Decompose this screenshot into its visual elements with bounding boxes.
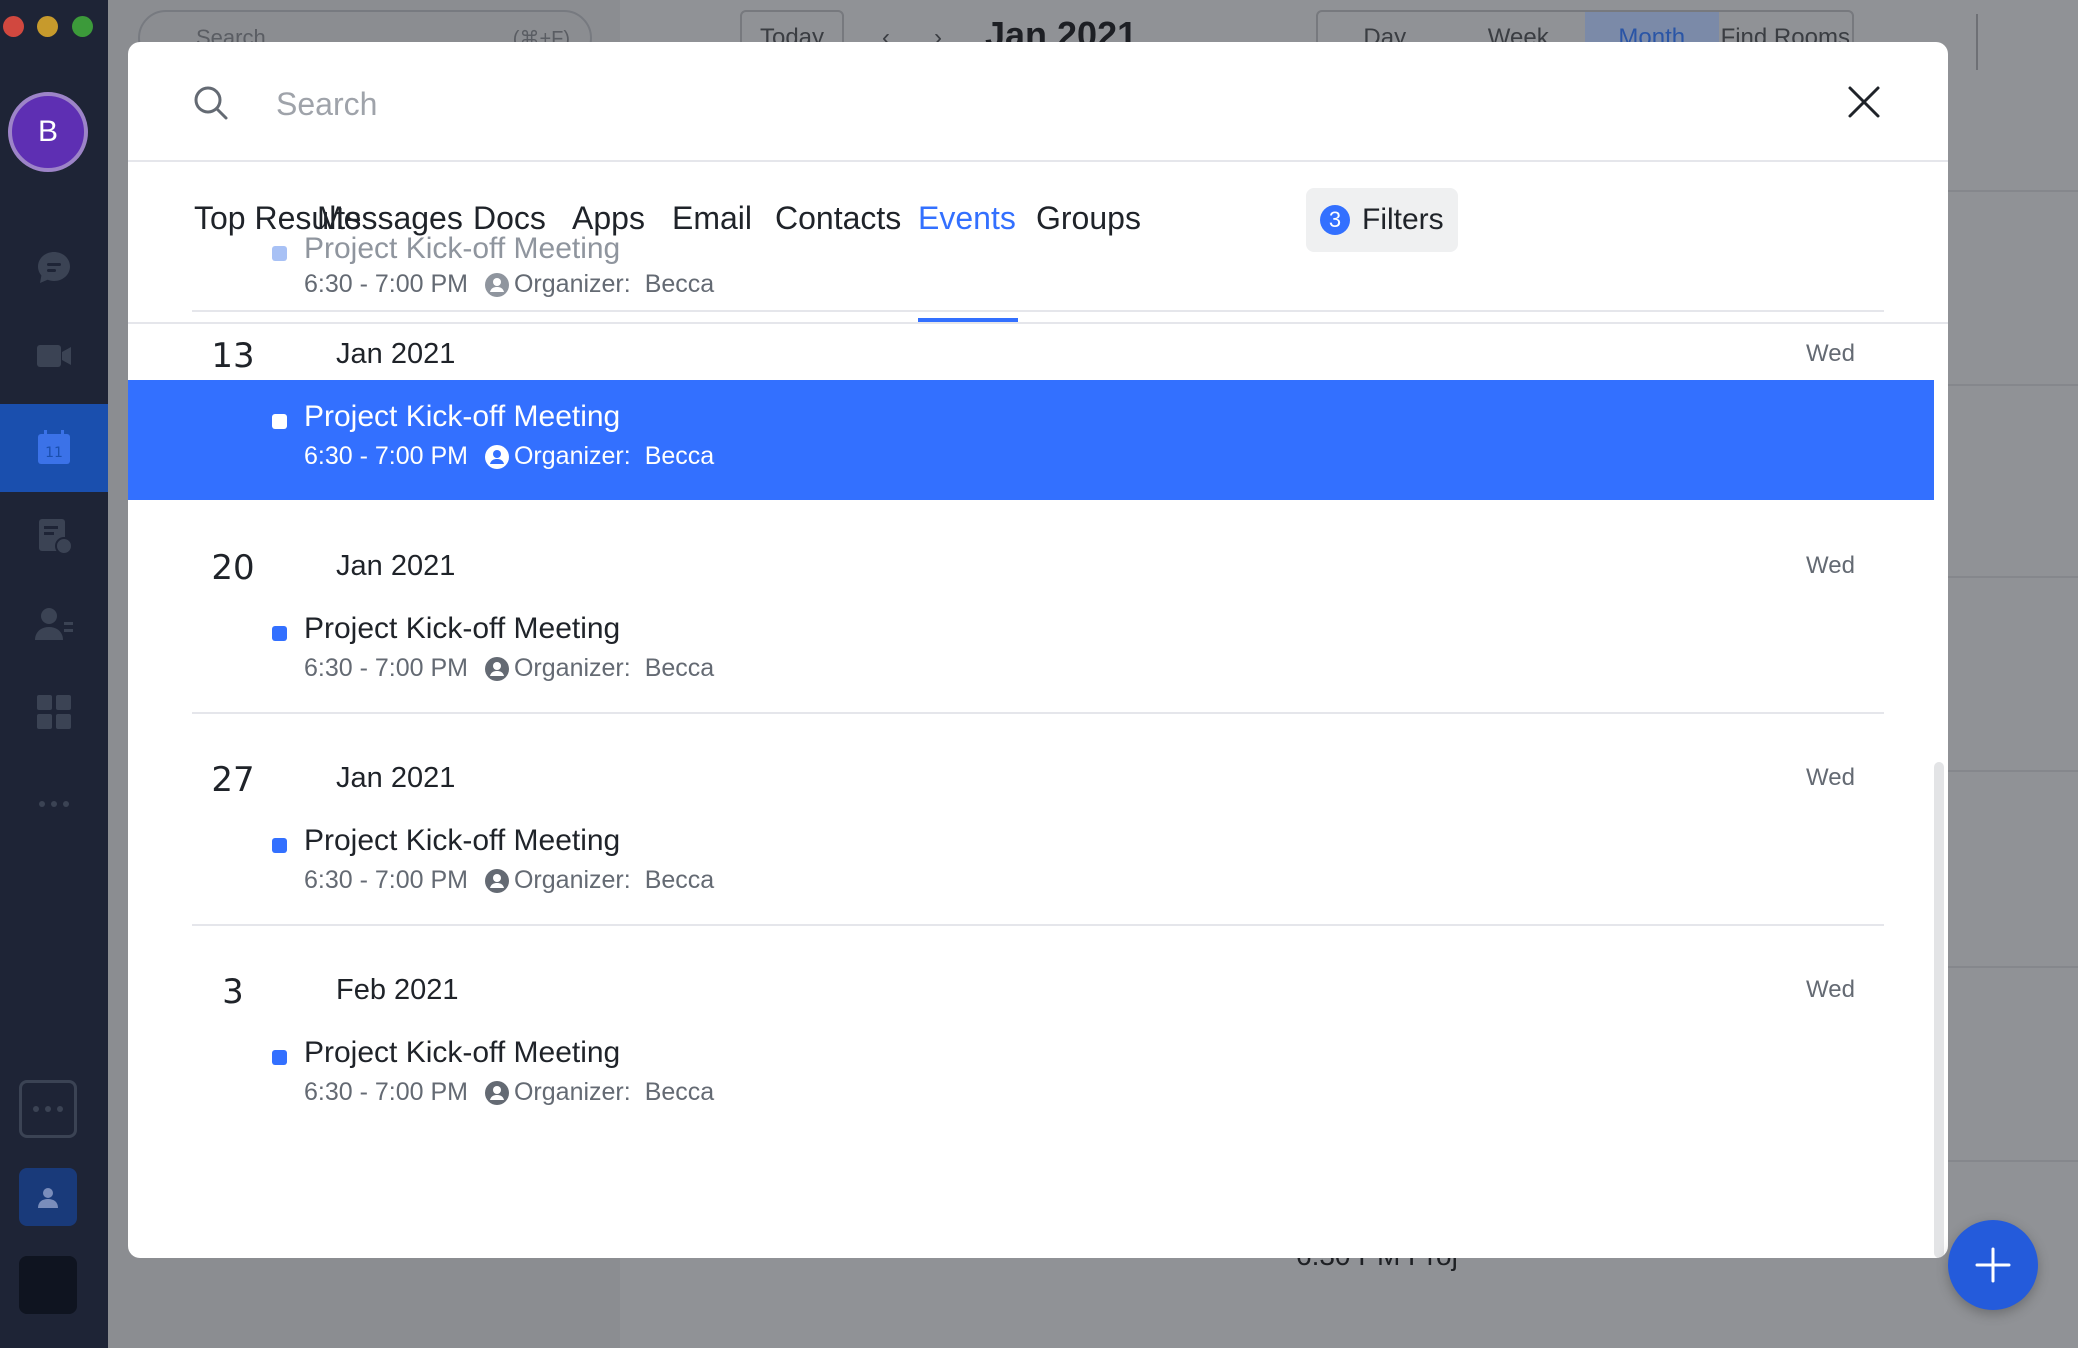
avatar[interactable]: B — [8, 92, 88, 172]
date-day: 27 — [211, 760, 255, 800]
date-month: Jan 2021 — [336, 550, 456, 582]
window-close-button[interactable] — [3, 16, 24, 37]
avatar-initial: B — [37, 115, 58, 148]
organizer-name: Becca — [644, 270, 715, 298]
date-weekday: Wed — [1806, 552, 1855, 579]
search-modal: Top Results Messages Docs Apps Email Con… — [128, 42, 1948, 1258]
plus-icon — [1975, 1247, 2011, 1283]
date-weekday: Wed — [1806, 976, 1855, 1003]
organizer-icon — [484, 868, 509, 893]
create-event-button[interactable] — [1948, 1220, 2038, 1310]
sidebar-item-messenger[interactable] — [0, 224, 108, 312]
organizer-label: Organizer: — [513, 270, 631, 298]
organizer-name: Becca — [644, 442, 715, 470]
organizer-icon — [484, 1080, 509, 1105]
event-color-dot — [272, 838, 287, 853]
sidebar-item-docs[interactable] — [0, 492, 108, 580]
organizer-name: Becca — [644, 654, 715, 682]
event-time: 6:30 - 7:00 PM — [304, 1078, 468, 1106]
sidebar-item-calendar[interactable]: 11 — [0, 404, 108, 492]
event-color-dot — [272, 1050, 287, 1065]
profile-button[interactable] — [19, 1168, 77, 1226]
organizer-icon — [484, 272, 509, 297]
date-weekday: Wed — [1806, 340, 1855, 367]
event-color-dot — [272, 626, 287, 641]
event-color-dot — [272, 414, 287, 429]
organizer-icon — [484, 656, 509, 681]
date-day: 13 — [211, 336, 255, 376]
event-time: 6:30 - 7:00 PM — [304, 270, 468, 298]
search-icon — [194, 86, 228, 120]
close-button[interactable] — [1842, 80, 1886, 124]
organizer-icon — [484, 444, 509, 469]
event-meta: 6:30 - 7:00 PM Organizer: Becca — [304, 442, 714, 471]
sidebar-item-workplace[interactable] — [0, 668, 108, 756]
ellipsis-icon — [33, 1106, 63, 1112]
event-title: Project Kick-off Meeting — [304, 400, 621, 433]
video-meeting-icon — [37, 345, 71, 367]
docs-icon — [39, 519, 73, 555]
contacts-icon — [35, 608, 73, 640]
messenger-icon — [38, 252, 70, 283]
sidebar-item-more[interactable] — [0, 760, 108, 848]
event-title: Project Kick-off Meeting — [304, 824, 621, 857]
event-title: Project Kick-off Meeting — [304, 232, 621, 265]
date-month: Jan 2021 — [336, 762, 456, 794]
more-icon — [39, 801, 69, 807]
date-month: Feb 2021 — [336, 974, 459, 1006]
organizer-name: Becca — [644, 866, 715, 894]
event-time: 6:30 - 7:00 PM — [304, 866, 468, 894]
event-meta: 6:30 - 7:00 PM Organizer: Becca — [304, 866, 714, 895]
event-results: Project Kick-off Meeting 6:30 - 7:00 PM … — [128, 212, 1948, 1146]
date-day: 20 — [211, 548, 255, 588]
organizer-label: Organizer: — [513, 1078, 631, 1106]
event-time: 6:30 - 7:00 PM — [304, 442, 468, 470]
calendar-icon: 11 — [38, 430, 70, 464]
date-day: 3 — [222, 972, 244, 1012]
calendar-day-text: 11 — [45, 445, 63, 461]
window-zoom-button[interactable] — [72, 16, 93, 37]
sidebar-item-contacts[interactable] — [0, 580, 108, 668]
person-icon — [38, 1188, 58, 1208]
window-minimize-button[interactable] — [37, 16, 58, 37]
event-meta: 6:30 - 7:00 PM Organizer: Becca — [304, 1078, 714, 1107]
app-window: B 11 Search (⌘+F) Today ‹ › Jan 2021 Day… — [0, 0, 2078, 1348]
event-result[interactable]: Project Kick-off Meeting 6:30 - 7:00 PM … — [128, 804, 1934, 924]
organizer-name: Becca — [644, 1078, 715, 1106]
event-title: Project Kick-off Meeting — [304, 612, 621, 645]
toolbar-separator — [1976, 14, 1978, 70]
event-title: Project Kick-off Meeting — [304, 1036, 621, 1069]
event-meta: 6:30 - 7:00 PM Organizer: Becca — [304, 654, 714, 683]
organizer-label: Organizer: — [513, 654, 631, 682]
organizer-label: Organizer: — [513, 442, 631, 470]
results-scrollbar[interactable] — [1934, 762, 1944, 1258]
divider — [192, 924, 1884, 926]
sidebar: B 11 — [0, 0, 108, 1348]
date-weekday: Wed — [1806, 764, 1855, 791]
organizer-label: Organizer: — [513, 866, 631, 894]
event-result[interactable]: Project Kick-off Meeting 6:30 - 7:00 PM … — [128, 592, 1934, 712]
more-apps-button[interactable] — [19, 1080, 77, 1138]
workplace-icon — [37, 695, 71, 729]
sidebar-item-video[interactable] — [0, 312, 108, 400]
event-result-selected[interactable]: Project Kick-off Meeting 6:30 - 7:00 PM … — [128, 380, 1934, 500]
event-result[interactable]: Project Kick-off Meeting 6:30 - 7:00 PM … — [128, 1016, 1934, 1136]
event-meta: 6:30 - 7:00 PM Organizer: Becca — [304, 270, 714, 299]
search-input[interactable] — [276, 76, 1676, 132]
app-tile[interactable] — [19, 1256, 77, 1314]
search-bar — [128, 42, 1948, 162]
divider — [192, 712, 1884, 714]
event-time: 6:30 - 7:00 PM — [304, 654, 468, 682]
date-month: Jan 2021 — [336, 338, 456, 370]
close-icon — [1848, 86, 1880, 118]
event-color-dot — [272, 246, 287, 261]
